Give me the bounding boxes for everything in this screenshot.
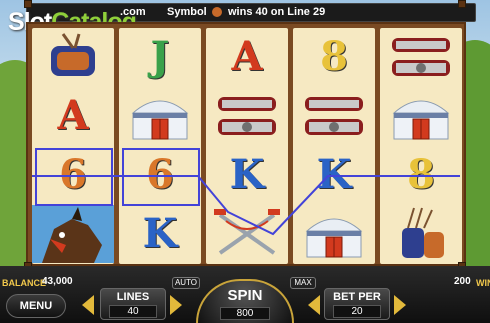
- symbol-glyph: A: [57, 92, 89, 139]
- belt-icon: [380, 28, 462, 86]
- horse-icon: [32, 205, 114, 263]
- symbol-a: A: [32, 87, 114, 145]
- bet-increase-arrow-icon[interactable]: [394, 295, 406, 315]
- bet-per-label: BET PER: [333, 291, 381, 303]
- symbol-a: A: [206, 28, 288, 86]
- lines-increase-arrow-icon[interactable]: [170, 295, 182, 315]
- bet-per-value: 20: [333, 305, 381, 318]
- reel-3: AK: [206, 28, 288, 264]
- balance-value: 43,000: [42, 276, 73, 287]
- auto-button[interactable]: AUTO: [172, 277, 200, 289]
- symbol-glyph: J: [150, 33, 170, 80]
- symbol-glyph: 8: [407, 151, 435, 198]
- swords-icon: [206, 205, 288, 263]
- max-button[interactable]: MAX: [290, 277, 316, 289]
- symbol-glyph: 8: [320, 33, 348, 80]
- symbol-k: K: [206, 146, 288, 204]
- symbol-glyph: K: [316, 151, 352, 198]
- belt-icon: [293, 87, 375, 145]
- symbol-k: K: [119, 205, 201, 263]
- arrows-quiver-icon: [380, 205, 462, 263]
- yurt-icon: [119, 87, 201, 145]
- bet-per-panel: BET PER 20: [324, 288, 390, 320]
- symbol-6: 6: [32, 146, 114, 204]
- belt-icon: [206, 87, 288, 145]
- reel-5: 8: [380, 28, 462, 264]
- frame-post-top-left: [24, 0, 32, 8]
- yurt-icon: [380, 87, 462, 145]
- lines-label: LINES: [116, 291, 150, 303]
- reel-4: 8K: [293, 28, 375, 264]
- symbol-glyph: 6: [59, 151, 87, 198]
- symbol-glyph: A: [231, 33, 263, 80]
- win-message: wins 40 on Line 29: [228, 6, 326, 18]
- spin-label: SPIN: [227, 287, 263, 304]
- total-bet-value: 800: [220, 307, 270, 320]
- reel-1: A6: [32, 28, 114, 264]
- symbol-8: 8: [293, 28, 375, 86]
- bet-decrease-arrow-icon[interactable]: [308, 295, 320, 315]
- symbol-glyph: K: [229, 151, 265, 198]
- symbol-j: J: [119, 28, 201, 86]
- symbol-8: 8: [380, 146, 462, 204]
- win-label: WIN: [476, 278, 490, 288]
- symbol-6: 6: [119, 146, 201, 204]
- reels-frame: A6 J6K AK 8K 8: [26, 22, 466, 266]
- balance-label: BALANCE: [2, 278, 46, 288]
- game-stage: .com Symbol wins 40 on Line 29 SlotCatal…: [0, 0, 490, 323]
- pouch-icon: [32, 28, 114, 86]
- symbol-pouch-icon: [212, 7, 222, 17]
- lines-value: 40: [109, 305, 157, 318]
- lines-panel: LINES 40: [100, 288, 166, 320]
- yurt-icon: [293, 205, 375, 263]
- menu-button[interactable]: MENU: [6, 294, 66, 318]
- reel-2: J 6 K: [119, 28, 201, 264]
- symbol-label: Symbol: [167, 6, 207, 18]
- win-value: 200: [454, 276, 471, 287]
- symbol-glyph: 6: [146, 151, 174, 198]
- lines-decrease-arrow-icon[interactable]: [82, 295, 94, 315]
- frame-post-top-right: [458, 0, 466, 8]
- symbol-glyph: K: [142, 210, 178, 257]
- symbol-k: K: [293, 146, 375, 204]
